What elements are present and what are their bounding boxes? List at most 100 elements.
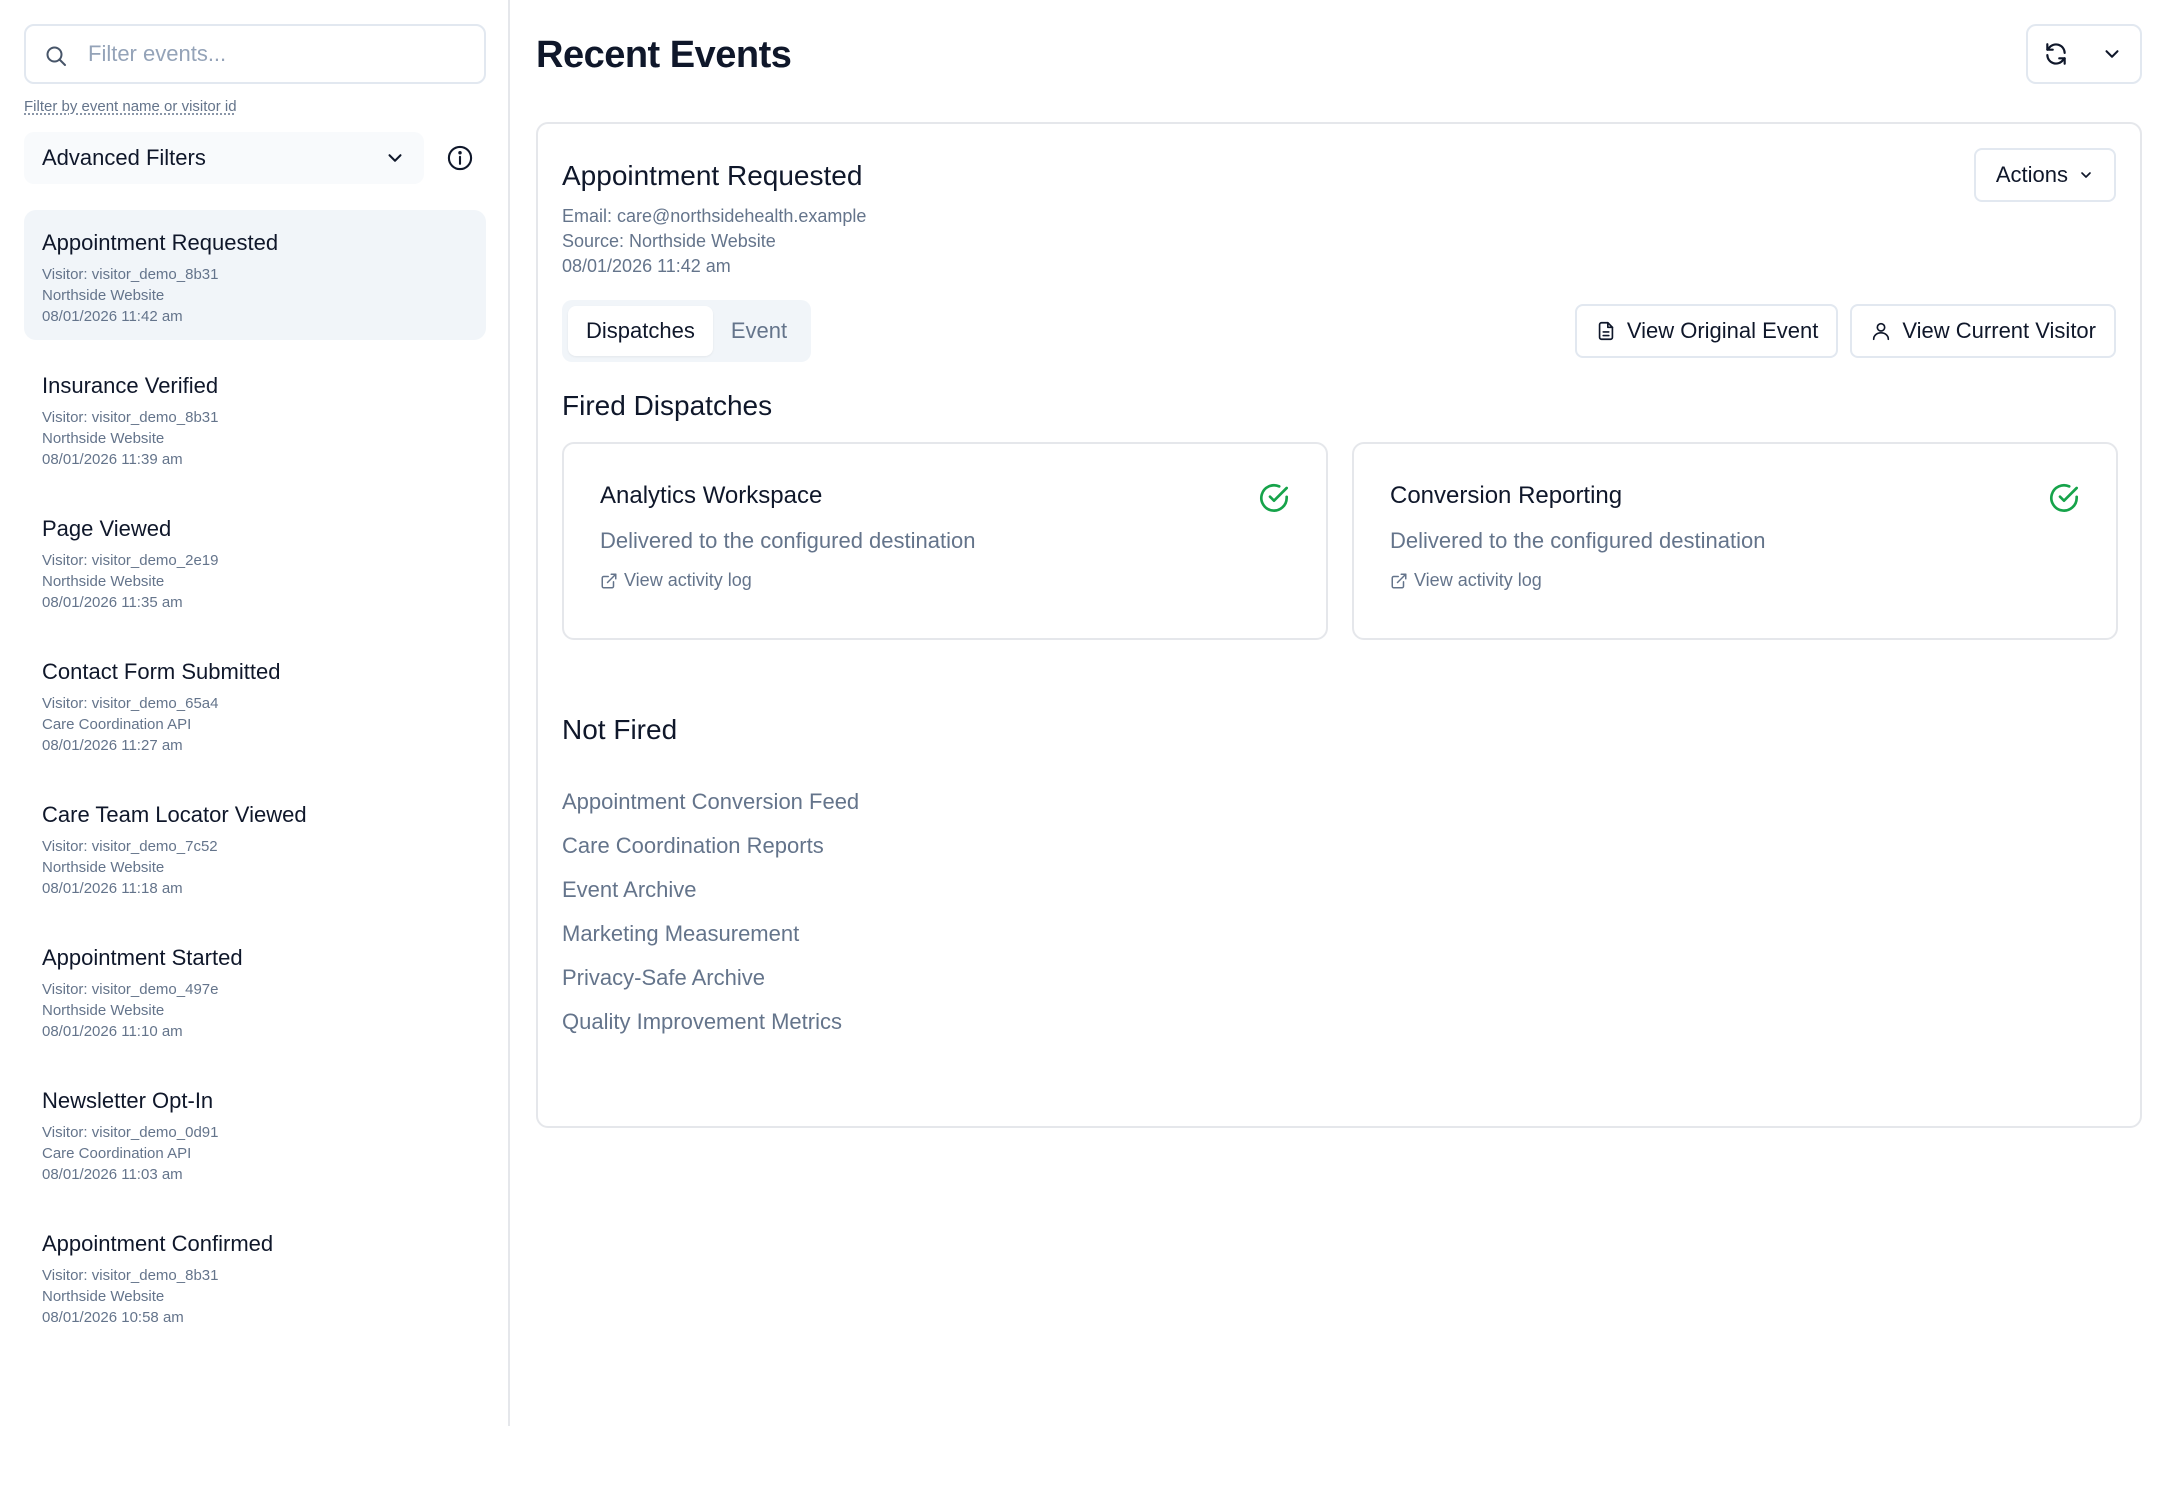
event-title: Appointment Confirmed [42, 1231, 274, 1256]
event-detail-meta: Email: care@northsidehealth.example Sour… [562, 204, 866, 279]
refresh-button[interactable] [2028, 26, 2084, 82]
view-original-event-button[interactable]: View Original Event [1574, 304, 1839, 358]
advanced-filters-toggle[interactable]: Advanced Filters [24, 132, 424, 184]
external-link-icon [601, 573, 617, 588]
info-icon [447, 145, 473, 171]
view-current-visitor-button[interactable]: View Current Visitor [1850, 304, 2116, 358]
view-original-event-label: View Original Event [1626, 318, 1819, 343]
event-source: Source: Northside Website [562, 231, 776, 251]
chevron-down-icon [388, 154, 402, 162]
event-time: 08/01/2026 11:27 am [42, 737, 183, 754]
search-icon [46, 46, 66, 66]
event-detail-card: Appointment Requested Email: care@norths… [536, 122, 2142, 1128]
event-time: 08/01/2026 11:10 am [42, 1023, 183, 1040]
event-time: 08/01/2026 11:18 am [42, 880, 183, 897]
not-fired-item: Care Coordination Reports [562, 833, 824, 858]
dispatch-name: Analytics Workspace [600, 482, 823, 509]
refresh-options-button[interactable] [2084, 26, 2140, 82]
dispatch-card: Conversion Reporting Delivered to the co… [1352, 442, 2118, 640]
view-activity-log-label: View activity log [1414, 570, 1542, 590]
file-icon [1598, 321, 1614, 341]
not-fired-item: Privacy-Safe Archive [562, 965, 765, 990]
event-visitor: Visitor: visitor_demo_7c52 [42, 838, 218, 855]
event-source: Northside Website [42, 1288, 165, 1305]
check-circle-icon [1260, 483, 1288, 512]
event-visitor: Visitor: visitor_demo_0d91 [42, 1124, 219, 1141]
event-title: Insurance Verified [42, 373, 219, 398]
actions-label: Actions [1995, 162, 2068, 187]
event-visitor: Visitor: visitor_demo_497e [42, 981, 219, 998]
chevron-down-icon [2105, 50, 2119, 58]
event-email: Email: care@northsidehealth.example [562, 206, 867, 226]
event-list-item[interactable]: Appointment Confirmed Visitor: visitor_d… [24, 1211, 486, 1341]
view-activity-log-link[interactable]: View activity log [1390, 570, 2080, 591]
view-buttons: View Original Event View Current Visitor [1574, 304, 2116, 358]
event-time: 08/01/2026 11:42 am [562, 256, 731, 276]
event-source: Care Coordination API [42, 1145, 192, 1162]
external-link-icon [1391, 573, 1407, 588]
event-time: 08/01/2026 11:35 am [42, 594, 183, 611]
event-list-item[interactable]: Page Viewed Visitor: visitor_demo_2e19 N… [24, 496, 486, 626]
actions-button[interactable]: Actions [1973, 148, 2116, 202]
event-visitor: Visitor: visitor_demo_8b31 [42, 409, 219, 426]
not-fired-title: Not Fired [562, 714, 678, 745]
fired-dispatches-list: Analytics Workspace Delivered to the con… [562, 442, 2118, 640]
user-icon [1873, 322, 1890, 341]
event-visitor: Visitor: visitor_demo_2e19 [42, 552, 219, 569]
event-list-item[interactable]: Care Team Locator Viewed Visitor: visito… [24, 782, 486, 912]
fired-dispatches-title: Fired Dispatches [562, 390, 773, 421]
event-time: 08/01/2026 10:58 am [42, 1309, 184, 1326]
event-source: Northside Website [42, 1002, 165, 1019]
event-title: Appointment Started [42, 945, 243, 970]
filters-info-button[interactable] [446, 144, 474, 172]
filter-hint: Filter by event name or visitor id [24, 98, 237, 115]
detail-tabs: Dispatches Event [562, 300, 812, 362]
event-list-item[interactable]: Insurance Verified Visitor: visitor_demo… [24, 353, 486, 483]
advanced-filters-label: Advanced Filters [42, 145, 206, 170]
page-title: Recent Events [536, 34, 792, 76]
view-activity-log-link[interactable]: View activity log [600, 570, 1290, 591]
dispatch-card: Analytics Workspace Delivered to the con… [562, 442, 1328, 640]
event-list-item[interactable]: Contact Form Submitted Visitor: visitor_… [24, 639, 486, 769]
not-fired-list: Appointment Conversion Feed Care Coordin… [562, 780, 859, 1044]
not-fired-item: Quality Improvement Metrics [562, 1009, 842, 1034]
tab-dispatches[interactable]: Dispatches [568, 306, 713, 356]
event-title: Care Team Locator Viewed [42, 802, 307, 827]
view-current-visitor-label: View Current Visitor [1902, 318, 2096, 343]
chevron-down-icon [2081, 172, 2091, 178]
refresh-button-group [2026, 24, 2142, 84]
check-circle-icon [2050, 483, 2078, 512]
dispatch-description: Delivered to the configured destination [1390, 528, 1766, 553]
not-fired-item: Appointment Conversion Feed [562, 789, 860, 814]
event-source: Northside Website [42, 859, 165, 876]
event-detail-title: Appointment Requested [562, 160, 863, 191]
refresh-icon [2046, 43, 2066, 65]
search-box[interactable] [24, 24, 486, 84]
event-title: Newsletter Opt-In [42, 1088, 214, 1113]
event-visitor: Visitor: visitor_demo_65a4 [42, 695, 219, 712]
event-visitor: Visitor: visitor_demo_8b31 [42, 1267, 219, 1284]
event-list-item[interactable]: Appointment Started Visitor: visitor_dem… [24, 925, 486, 1055]
dispatch-name: Conversion Reporting [1390, 482, 1623, 509]
event-source: Northside Website [42, 573, 165, 590]
search-input[interactable] [88, 26, 468, 82]
event-list-item[interactable]: Newsletter Opt-In Visitor: visitor_demo_… [24, 1068, 486, 1198]
tab-event[interactable]: Event [713, 306, 805, 356]
event-source: Northside Website [42, 430, 165, 447]
event-title: Page Viewed [42, 516, 172, 541]
sidebar: Filter by event name or visitor id Advan… [0, 0, 510, 1426]
event-time: 08/01/2026 11:39 am [42, 451, 183, 468]
event-title: Contact Form Submitted [42, 659, 281, 684]
event-title: Appointment Requested [42, 230, 279, 255]
dispatch-description: Delivered to the configured destination [600, 528, 976, 553]
event-visitor: Visitor: visitor_demo_8b31 [42, 266, 219, 283]
event-source: Care Coordination API [42, 716, 192, 733]
event-list: Appointment Requested Visitor: visitor_d… [24, 210, 486, 1354]
view-activity-log-label: View activity log [624, 570, 752, 590]
not-fired-item: Marketing Measurement [562, 921, 800, 946]
event-time: 08/01/2026 11:42 am [42, 308, 183, 325]
event-list-item[interactable]: Appointment Requested Visitor: visitor_d… [24, 210, 486, 340]
event-source: Northside Website [42, 287, 165, 304]
not-fired-item: Event Archive [562, 877, 697, 902]
event-time: 08/01/2026 11:03 am [42, 1166, 183, 1183]
